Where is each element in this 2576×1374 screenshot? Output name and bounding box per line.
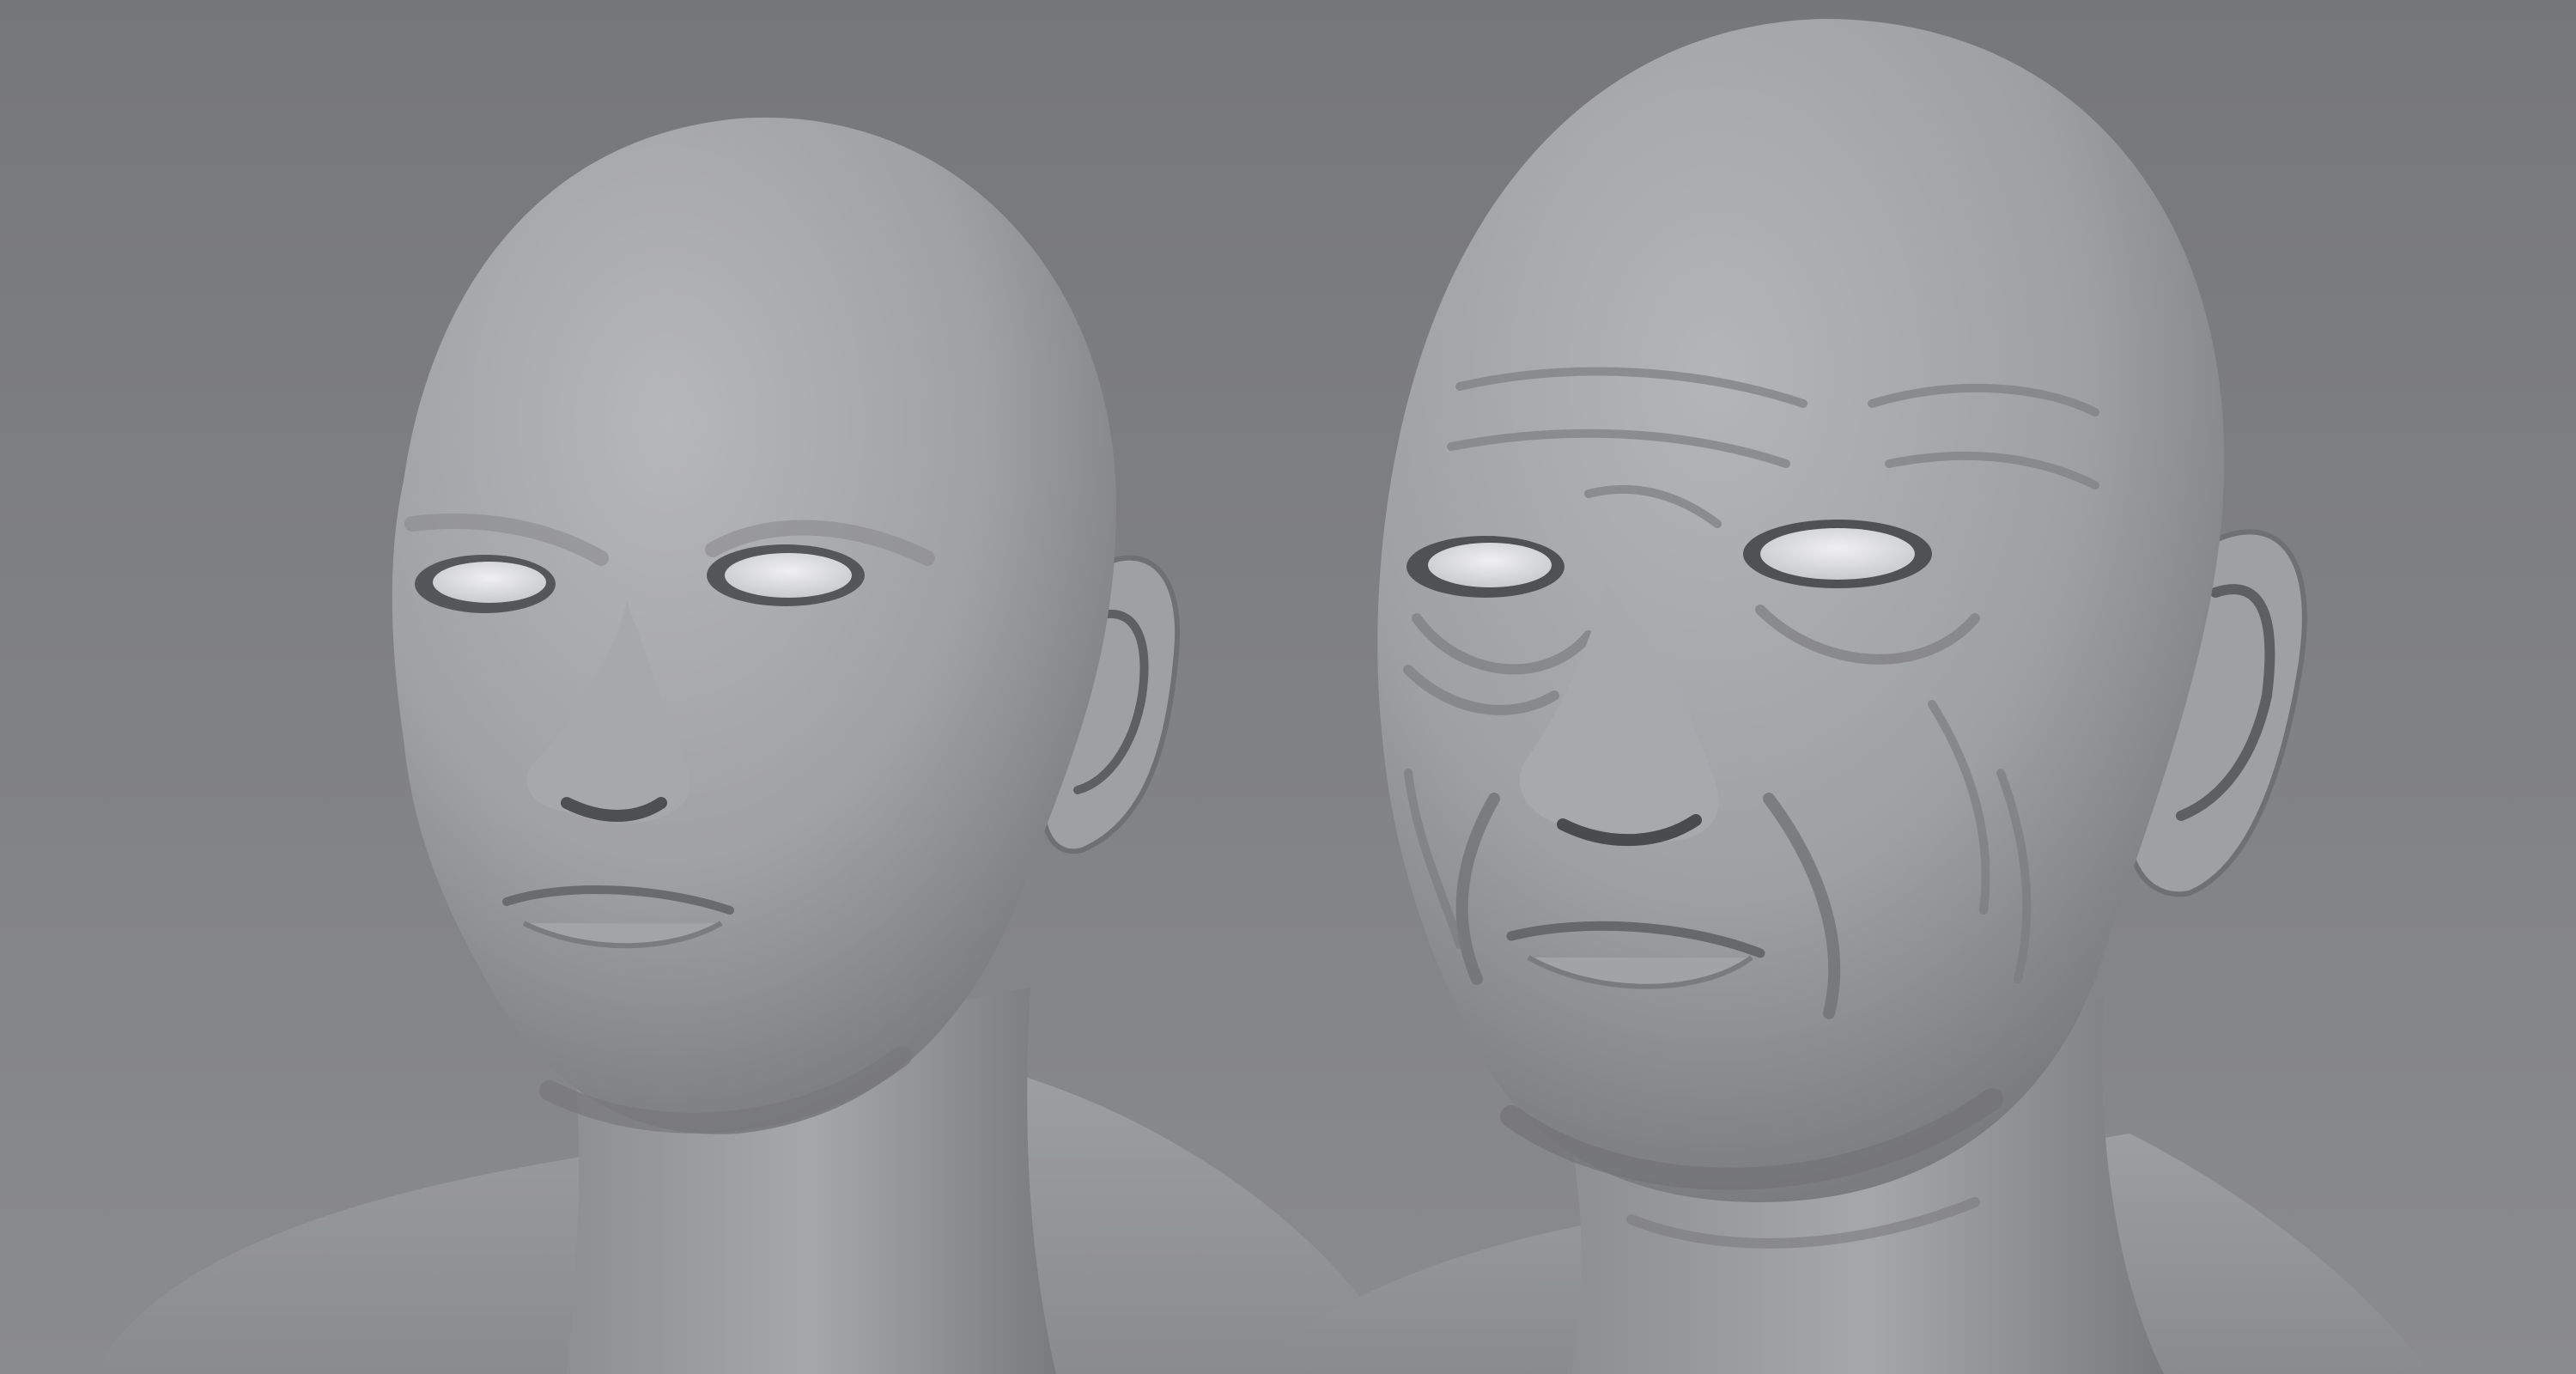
render-viewport (0, 0, 2576, 1374)
render-canvas (0, 0, 2576, 1374)
left-bust-eye-left (725, 553, 852, 598)
left-bust-eye-right (433, 562, 546, 603)
right-bust-eye-left (1760, 528, 1915, 580)
right-bust-eye-right (1428, 543, 1552, 587)
